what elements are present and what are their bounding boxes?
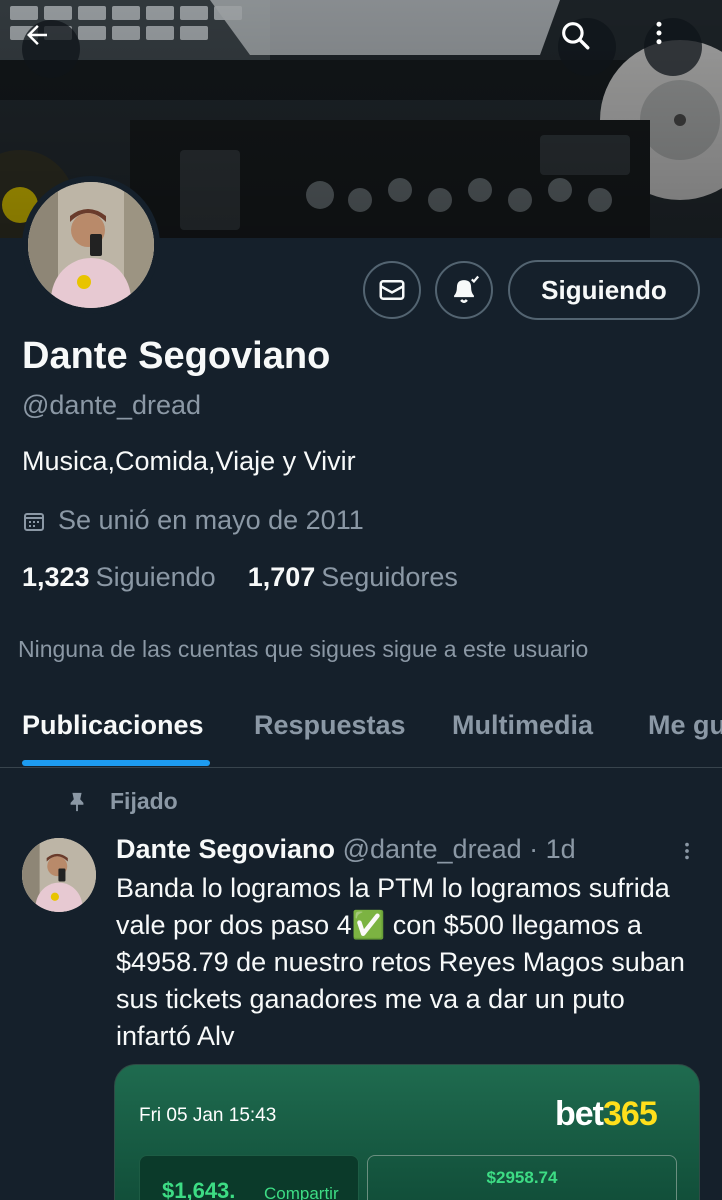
avatar-photo xyxy=(22,838,96,912)
followers-stat[interactable]: 1,707 Seguidores xyxy=(248,562,458,593)
bet365-logo: bet365 xyxy=(555,1095,658,1134)
media-amount-2: $2958.74 xyxy=(486,1168,558,1187)
tab-respuestas[interactable]: Respuestas xyxy=(254,710,406,741)
message-button[interactable] xyxy=(363,261,421,319)
bell-check-icon xyxy=(454,275,480,303)
pin-icon xyxy=(70,792,84,811)
avatar xyxy=(28,182,154,308)
search-button[interactable] xyxy=(558,18,616,76)
pinned-text: Fijado xyxy=(110,788,178,814)
logo-main: bet xyxy=(555,1095,604,1133)
following-stat[interactable]: 1,323 Siguiendo xyxy=(22,562,216,593)
profile-tabs: Publicaciones Respuestas Multimedia Me g… xyxy=(0,690,722,768)
more-options-button[interactable] xyxy=(644,18,702,76)
media-date: Fri 05 Jan 15:43 xyxy=(139,1105,277,1126)
media-amount-box: $1,643. Compartir xyxy=(139,1155,359,1200)
mutual-followers-note: Ninguna de las cuentas que sigues sigue … xyxy=(18,636,589,662)
back-button[interactable] xyxy=(22,20,80,78)
media-amount-1: $1,643. xyxy=(162,1178,236,1200)
pinned-label: Fijado xyxy=(66,788,178,815)
join-date-text: Se unió en mayo de 2011 xyxy=(58,505,364,535)
media-return-box: $2958.74 xyxy=(367,1155,677,1200)
post-text: Banda lo logramos la PTM lo logramos suf… xyxy=(116,873,685,1051)
tab-publicaciones[interactable]: Publicaciones xyxy=(22,710,204,741)
more-vertical-icon xyxy=(685,842,689,860)
more-vertical-icon xyxy=(656,21,662,45)
post-header: Dante Segoviano @dante_dread · 1d xyxy=(116,834,576,865)
profile-handle: @dante_dread xyxy=(22,390,202,420)
search-icon xyxy=(562,22,590,50)
followers-label: Seguidores xyxy=(321,562,458,592)
tab-me-gusta[interactable]: Me gu xyxy=(648,710,722,741)
logo-accent: 365 xyxy=(603,1095,658,1133)
tab-multimedia[interactable]: Multimedia xyxy=(452,710,593,741)
followers-count: 1,707 xyxy=(247,562,316,592)
following-count: 1,323 xyxy=(22,562,90,592)
media-share-label: Compartir xyxy=(264,1184,339,1200)
post-author-avatar[interactable] xyxy=(22,838,96,912)
join-date: Se unió en mayo de 2011 xyxy=(22,505,364,536)
envelope-icon xyxy=(379,280,405,300)
arrow-left-icon xyxy=(27,25,47,45)
following-button[interactable]: Siguiendo xyxy=(508,260,700,320)
notifications-button[interactable] xyxy=(435,261,493,319)
post-media-image[interactable]: Fri 05 Jan 15:43 bet365 $1,643. Comparti… xyxy=(114,1064,700,1200)
post-author-meta: @dante_dread · 1d xyxy=(342,834,576,864)
post-author-name[interactable]: Dante Segoviano xyxy=(116,834,335,864)
avatar-photo xyxy=(28,182,154,308)
calendar-icon xyxy=(24,512,44,531)
profile-bio: Musica,Comida,Viaje y Vivir xyxy=(22,446,356,476)
following-label: Siguiendo xyxy=(95,562,216,592)
post-more-button[interactable] xyxy=(672,836,702,866)
profile-name: Dante Segoviano xyxy=(22,335,331,377)
follow-stats: 1,323 Siguiendo 1,707 Seguidores xyxy=(22,562,458,593)
profile-avatar[interactable] xyxy=(22,176,160,314)
active-tab-indicator xyxy=(22,760,210,766)
